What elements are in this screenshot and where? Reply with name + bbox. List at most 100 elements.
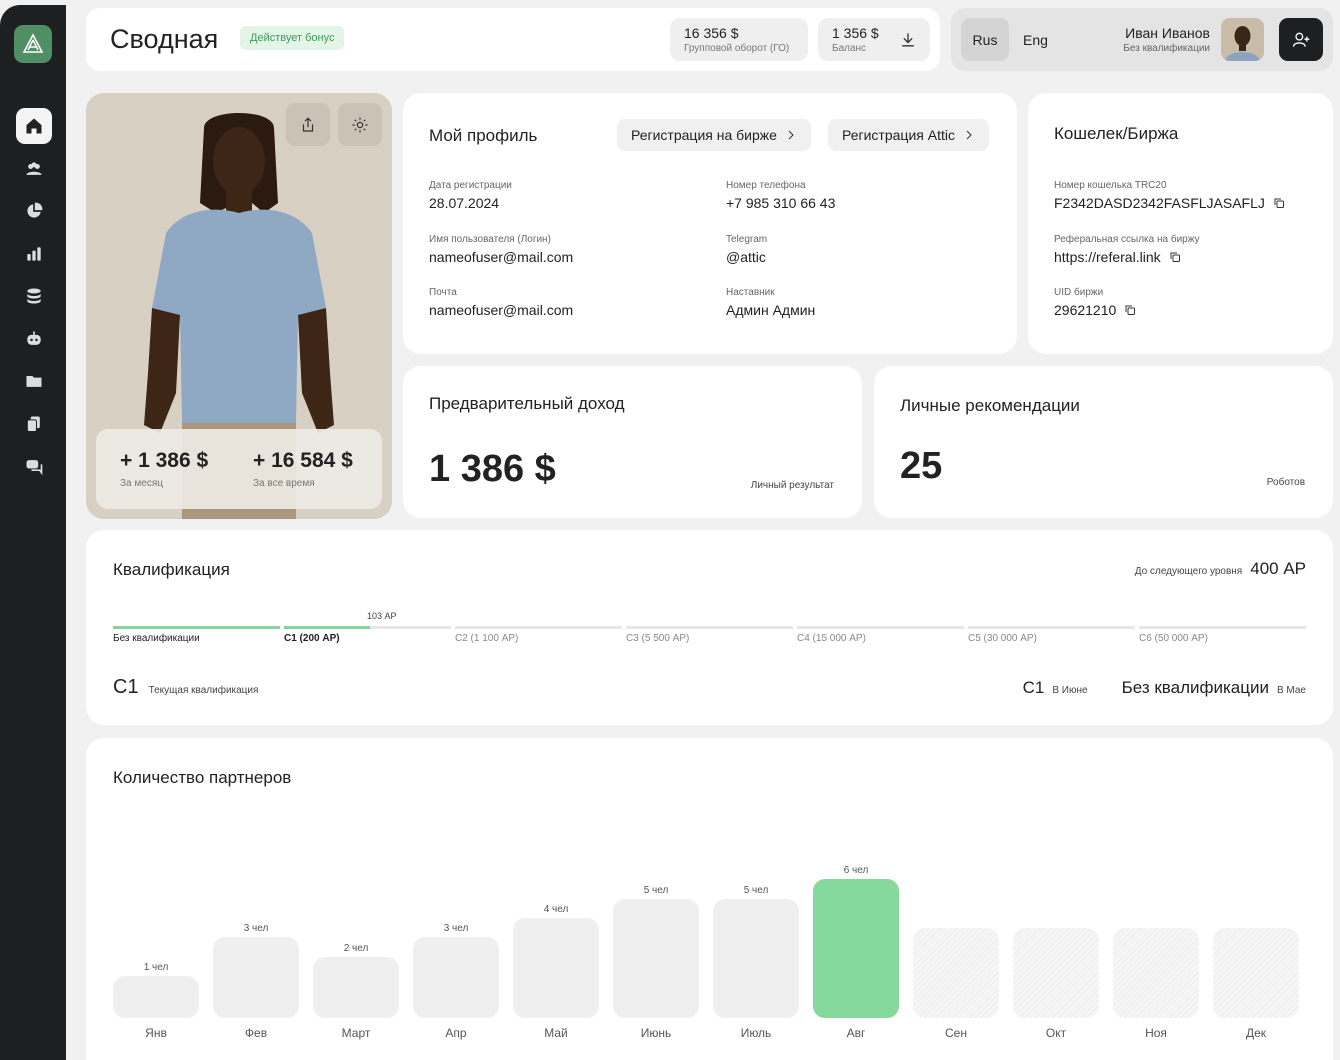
profile-card: Мой профиль Регистрация на бирже Регистр… <box>403 93 1017 354</box>
lang-eng-button[interactable]: Eng <box>1023 18 1067 61</box>
month-label: Июнь <box>640 1026 672 1040</box>
settings-button[interactable] <box>338 103 382 146</box>
chart-bar[interactable] <box>1213 928 1299 1018</box>
chart-bar[interactable] <box>713 899 799 1018</box>
month-earnings-value: + 1 386 $ <box>120 449 209 472</box>
attic-registration-label: Регистрация Attic <box>842 127 955 143</box>
page-title: Сводная <box>110 24 219 54</box>
bonus-badge: Действует бонус <box>240 26 345 50</box>
nav-stats[interactable] <box>16 236 52 272</box>
income-note: Личный результат <box>750 480 834 491</box>
recommendations-value: 25 <box>900 445 943 487</box>
recommendations-note: Роботов <box>1266 477 1305 488</box>
month-label: Июль <box>740 1026 772 1040</box>
folder-icon <box>26 376 42 387</box>
header-bar: Сводная Действует бонус 16 356 $ Группов… <box>86 8 940 71</box>
chevron-right-icon <box>966 130 972 140</box>
recommendations-title: Личные рекомендации <box>900 396 1080 415</box>
progress-fill-current <box>284 626 370 629</box>
progress-segment <box>968 626 1135 629</box>
qualification-level-label: C4 (15 000 АР) <box>797 633 866 644</box>
gear-icon <box>352 117 368 132</box>
nav-robots[interactable] <box>16 321 52 357</box>
current-qualification-code: C1 <box>113 676 139 698</box>
team-icon <box>26 162 42 175</box>
bar-chart-icon <box>27 247 41 261</box>
field-value: Админ Админ <box>726 302 816 318</box>
user-status: Без квалификации <box>1123 43 1210 54</box>
field-label: Почта <box>429 287 457 298</box>
bar-value-label: 4 чел <box>543 904 569 915</box>
profile-title: Мой профиль <box>429 126 538 145</box>
field-label: Реферальная ссылка на биржу <box>1054 234 1200 245</box>
user-info[interactable]: Иван Иванов Без квалификации <box>1123 25 1210 54</box>
chart-bar[interactable] <box>513 918 599 1018</box>
field-label: Наставник <box>726 287 775 298</box>
nav-pie[interactable] <box>16 193 52 229</box>
nav-team[interactable] <box>16 151 52 187</box>
copy-icon[interactable] <box>1124 304 1136 316</box>
field-label: UID биржи <box>1054 287 1104 298</box>
chart-bar[interactable] <box>1013 928 1099 1018</box>
share-button[interactable] <box>286 103 330 146</box>
app-logo[interactable] <box>14 25 52 63</box>
email-field: Почта nameofuser@mail.com <box>429 287 573 318</box>
lang-rus-button[interactable]: Rus <box>961 18 1009 61</box>
chart-bar[interactable] <box>113 976 199 1018</box>
chart-bar[interactable] <box>813 879 899 1018</box>
progress-segment <box>626 626 793 629</box>
chart-bar[interactable] <box>213 937 299 1018</box>
attic-registration-button[interactable]: Регистрация Attic <box>828 119 989 151</box>
chevron-right-icon <box>788 130 794 140</box>
field-value: F2342DASD2342FASFLJASAFLJ <box>1054 195 1265 211</box>
copy-icon[interactable] <box>1169 251 1181 263</box>
login-field: Имя пользователя (Логин) nameofuser@mail.… <box>429 234 573 265</box>
june-qualification-code: C1 <box>1022 678 1045 697</box>
chart-bar[interactable] <box>613 899 699 1018</box>
total-earnings-value: + 16 584 $ <box>253 449 353 472</box>
month-label: Янв <box>145 1026 167 1040</box>
qualification-history: C1 В Июне Без квалификации В Мае <box>1023 678 1306 698</box>
balance-stat: 1 356 $ Баланс <box>818 18 930 61</box>
add-user-button[interactable] <box>1279 18 1323 61</box>
nav-database[interactable] <box>16 278 52 314</box>
progress-segment <box>797 626 964 629</box>
nav-folder[interactable] <box>16 363 52 399</box>
partners-title: Количество партнеров <box>113 768 292 787</box>
month-earnings-label: За месяц <box>120 478 163 489</box>
chat-icon <box>26 460 43 476</box>
download-icon[interactable] <box>898 30 918 50</box>
exchange-registration-button[interactable]: Регистрация на бирже <box>617 119 811 151</box>
field-label: Telegram <box>726 234 768 245</box>
wallet-title: Кошелек/Биржа <box>1054 124 1179 143</box>
progress-segment <box>455 626 622 629</box>
bar-value-label: 2 чел <box>343 943 369 954</box>
month-label: Дек <box>1245 1026 1267 1040</box>
logo-icon <box>22 33 44 53</box>
add-user-icon <box>1292 32 1310 47</box>
user-bar: Rus Eng Иван Иванов Без квалификации <box>951 8 1333 71</box>
next-level-info: До следующего уровня 400 АР <box>1135 559 1306 579</box>
field-value: +7 985 310 66 43 <box>726 195 836 211</box>
qualification-level-label: C5 (30 000 АР) <box>968 633 1037 644</box>
month-label: Фев <box>244 1026 268 1040</box>
month-label: Май <box>544 1026 568 1040</box>
chart-bar[interactable] <box>1113 928 1199 1018</box>
chart-bar[interactable] <box>313 957 399 1018</box>
avatar[interactable] <box>1221 18 1264 61</box>
avatar-photo <box>1221 18 1264 61</box>
field-label: Дата регистрации <box>429 180 512 191</box>
progress-segment <box>1139 626 1306 629</box>
income-title: Предварительный доход <box>429 394 625 413</box>
chart-bar[interactable] <box>913 928 999 1018</box>
nav-chat[interactable] <box>16 448 52 484</box>
referral-link-field: Реферальная ссылка на биржу https://refer… <box>1054 234 1200 265</box>
chart-bar[interactable] <box>413 937 499 1018</box>
exchange-uid-field: UID биржи 29621210 <box>1054 287 1136 318</box>
nav-home[interactable] <box>16 108 52 144</box>
june-qualification-label: В Июне <box>1052 685 1088 696</box>
qualification-card: Квалификация До следующего уровня 400 АР… <box>86 530 1333 725</box>
bar-value-label: 5 чел <box>643 885 669 896</box>
nav-documents[interactable] <box>16 406 52 442</box>
copy-icon[interactable] <box>1273 197 1285 209</box>
